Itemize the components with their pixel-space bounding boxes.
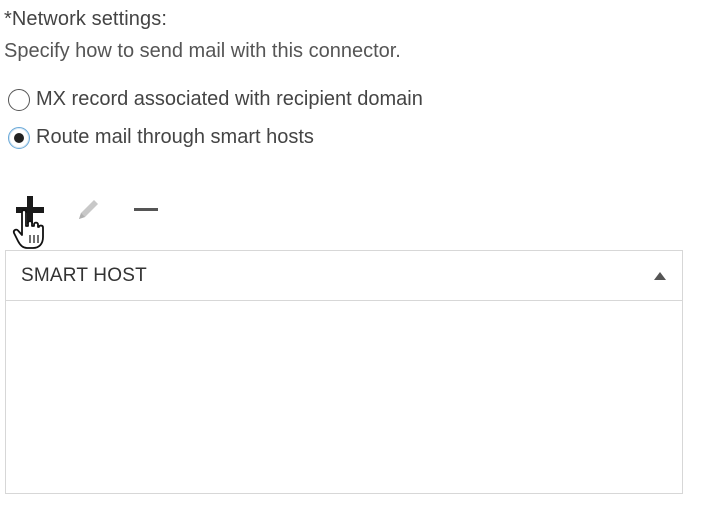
minus-icon	[134, 208, 158, 211]
radio-button-checked[interactable]	[8, 126, 30, 149]
smart-host-toolbar	[10, 190, 170, 234]
network-settings-title: *Network settings:	[4, 8, 167, 30]
remove-smart-host-button[interactable]	[126, 190, 166, 230]
edit-smart-host-button[interactable]	[68, 190, 108, 230]
radio-button-unchecked[interactable]	[8, 88, 30, 111]
plus-icon	[16, 196, 44, 224]
pencil-icon	[79, 200, 98, 219]
smart-host-column-header[interactable]: SMART HOST	[6, 251, 682, 301]
radio-smart-hosts-label: Route mail through smart hosts	[36, 126, 314, 148]
network-settings-description: Specify how to send mail with this conne…	[4, 40, 401, 62]
radio-smart-hosts[interactable]: Route mail through smart hosts	[8, 126, 314, 149]
add-smart-host-button[interactable]	[10, 190, 50, 230]
radio-mx-record-label: MX record associated with recipient doma…	[36, 88, 423, 110]
smart-host-column-label: SMART HOST	[21, 264, 147, 286]
radio-selected-dot	[14, 132, 24, 143]
sort-ascending-icon	[654, 271, 666, 280]
smart-host-table: SMART HOST	[5, 250, 683, 494]
smart-host-table-body	[6, 301, 682, 493]
radio-mx-record[interactable]: MX record associated with recipient doma…	[8, 88, 423, 111]
